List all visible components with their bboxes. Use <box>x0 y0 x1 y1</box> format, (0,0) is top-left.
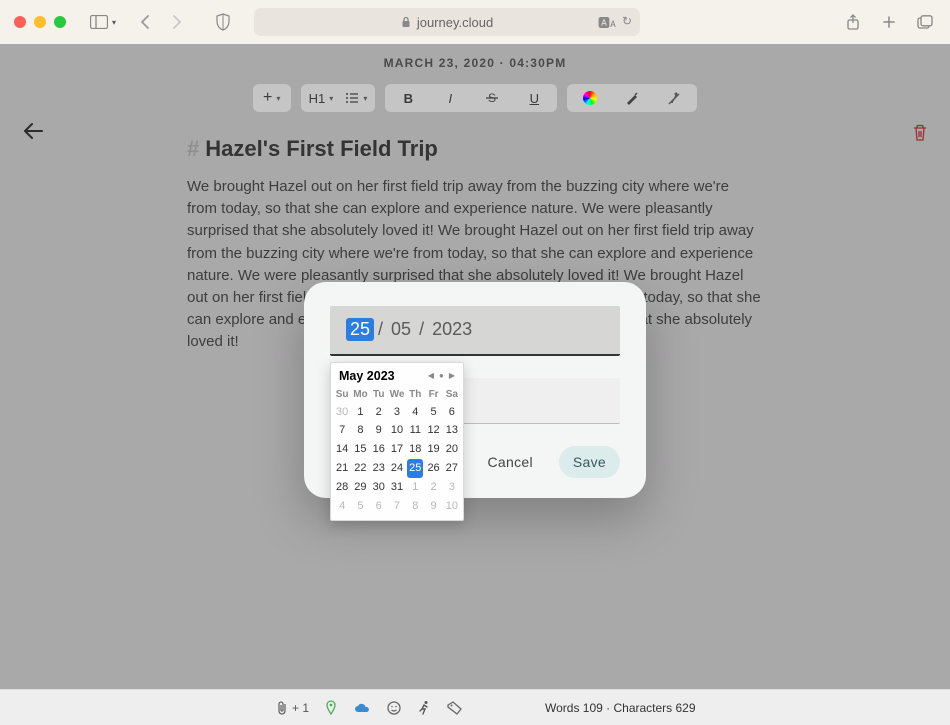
calendar-popup: May 2023 ◀ ● ▶ SuMoTuWeThFrSa30123456789… <box>330 362 464 521</box>
calendar-day[interactable]: 9 <box>424 497 442 516</box>
new-tab-icon[interactable] <box>878 11 900 33</box>
calendar-dow: Th <box>406 387 424 403</box>
close-window-icon[interactable] <box>14 16 26 28</box>
date-input-field[interactable]: 25 / 05 / 2023 <box>330 306 620 356</box>
calendar-day[interactable]: 29 <box>351 478 369 497</box>
calendar-day[interactable]: 2 <box>424 478 442 497</box>
calendar-dow: Fr <box>424 387 442 403</box>
calendar-day[interactable]: 5 <box>424 403 442 422</box>
address-bar[interactable]: journey.cloud 🅰ᴀ ↻ <box>254 8 640 36</box>
calendar-day[interactable]: 25 <box>407 459 423 478</box>
calendar-month-title: May 2023 <box>339 369 428 383</box>
calendar-day[interactable]: 11 <box>406 421 424 440</box>
calendar-day[interactable]: 2 <box>370 403 388 422</box>
calendar-day[interactable]: 13 <box>443 421 461 440</box>
calendar-day[interactable]: 14 <box>333 440 351 459</box>
calendar-grid: SuMoTuWeThFrSa30123456789101112131415161… <box>333 387 461 516</box>
minimize-window-icon[interactable] <box>34 16 46 28</box>
calendar-today-icon[interactable]: ● <box>439 371 444 380</box>
calendar-day[interactable]: 15 <box>351 440 369 459</box>
forward-button[interactable] <box>166 11 188 33</box>
date-year-segment[interactable]: 2023 <box>428 318 476 341</box>
calendar-dow: Su <box>333 387 351 403</box>
calendar-day[interactable]: 30 <box>370 478 388 497</box>
calendar-dow: Sa <box>443 387 461 403</box>
calendar-day[interactable]: 18 <box>406 440 424 459</box>
browser-toolbar: ▾ journey.cloud 🅰ᴀ ↻ <box>0 0 950 44</box>
calendar-day[interactable]: 3 <box>443 478 461 497</box>
window-controls <box>14 16 66 28</box>
tabs-overview-icon[interactable] <box>914 11 936 33</box>
calendar-dow: Tu <box>370 387 388 403</box>
calendar-day[interactable]: 1 <box>406 478 424 497</box>
calendar-dow: We <box>388 387 406 403</box>
calendar-day[interactable]: 8 <box>406 497 424 516</box>
calendar-day[interactable]: 22 <box>351 459 369 478</box>
privacy-shield-icon[interactable] <box>212 11 234 33</box>
calendar-day[interactable]: 10 <box>388 421 406 440</box>
calendar-day[interactable]: 9 <box>370 421 388 440</box>
calendar-day[interactable]: 23 <box>370 459 388 478</box>
calendar-day[interactable]: 24 <box>388 459 406 478</box>
calendar-day[interactable]: 5 <box>351 497 369 516</box>
calendar-day[interactable]: 1 <box>351 403 369 422</box>
calendar-day[interactable]: 10 <box>443 497 461 516</box>
url-host: journey.cloud <box>417 15 493 30</box>
calendar-day[interactable]: 16 <box>370 440 388 459</box>
date-month-segment[interactable]: 05 <box>387 318 415 341</box>
calendar-day[interactable]: 20 <box>443 440 461 459</box>
calendar-day[interactable]: 30 <box>333 403 351 422</box>
calendar-day[interactable]: 8 <box>351 421 369 440</box>
calendar-dow: Mo <box>351 387 369 403</box>
calendar-day[interactable]: 17 <box>388 440 406 459</box>
chevron-down-icon: ▾ <box>112 18 116 27</box>
calendar-day[interactable]: 19 <box>424 440 442 459</box>
date-picker-modal: 25 / 05 / 2023 May 2023 ◀ ● ▶ SuMoTuWeTh… <box>304 282 646 498</box>
calendar-day[interactable]: 6 <box>443 403 461 422</box>
date-picker-modal-backdrop: 25 / 05 / 2023 May 2023 ◀ ● ▶ SuMoTuWeTh… <box>0 44 950 725</box>
calendar-day[interactable]: 4 <box>333 497 351 516</box>
calendar-prev-icon[interactable]: ◀ <box>428 371 434 380</box>
calendar-day[interactable]: 7 <box>333 421 351 440</box>
calendar-next-icon[interactable]: ▶ <box>449 371 455 380</box>
sidebar-toggle-button[interactable]: ▾ <box>86 13 120 31</box>
calendar-day[interactable]: 27 <box>443 459 461 478</box>
calendar-day[interactable]: 3 <box>388 403 406 422</box>
maximize-window-icon[interactable] <box>54 16 66 28</box>
save-button[interactable]: Save <box>559 446 620 478</box>
cancel-button[interactable]: Cancel <box>473 446 546 478</box>
back-button[interactable] <box>134 11 156 33</box>
calendar-day[interactable]: 12 <box>424 421 442 440</box>
translate-icon[interactable]: 🅰ᴀ <box>598 14 616 31</box>
lock-icon <box>401 16 411 28</box>
date-day-segment[interactable]: 25 <box>346 318 374 341</box>
calendar-day[interactable]: 4 <box>406 403 424 422</box>
calendar-day[interactable]: 26 <box>424 459 442 478</box>
calendar-day[interactable]: 7 <box>388 497 406 516</box>
reload-icon[interactable]: ↻ <box>622 14 632 31</box>
calendar-day[interactable]: 6 <box>370 497 388 516</box>
calendar-day[interactable]: 31 <box>388 478 406 497</box>
share-icon[interactable] <box>842 11 864 33</box>
calendar-day[interactable]: 28 <box>333 478 351 497</box>
calendar-day[interactable]: 21 <box>333 459 351 478</box>
app-content: MARCH 23, 2020 · 04:30PM +▾ H1▾ ▾ B I S … <box>0 44 950 725</box>
